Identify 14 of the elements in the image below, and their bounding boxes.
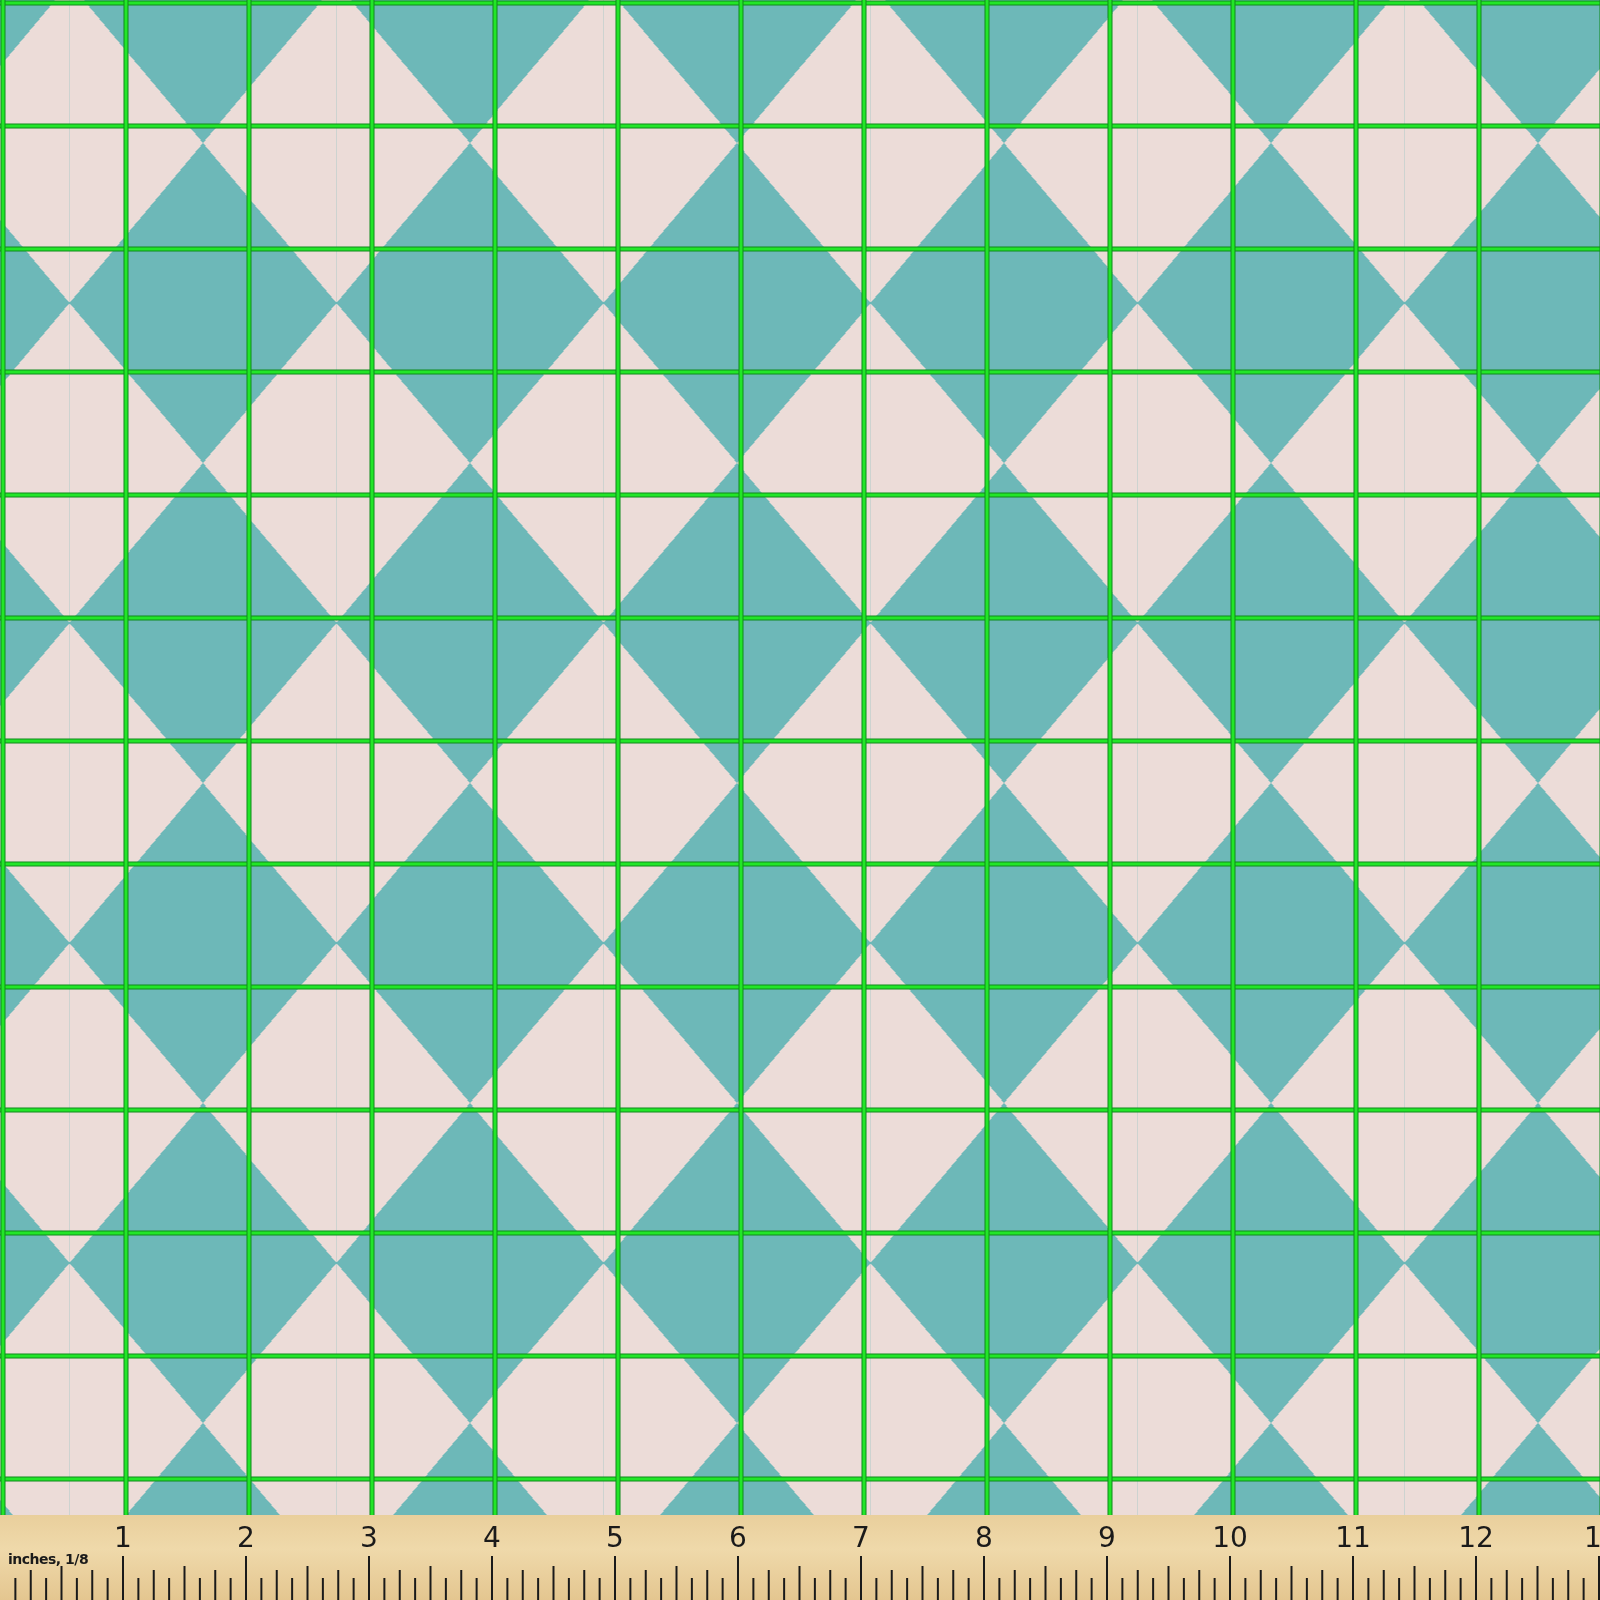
ruler-number: 1 [114, 1521, 132, 1555]
ruler-number: 5 [606, 1521, 624, 1555]
ruler-number: 8 [975, 1521, 993, 1555]
ruler-number: 1 [1584, 1521, 1600, 1555]
ruler-number: 7 [852, 1521, 870, 1555]
ruler-number: 3 [360, 1521, 378, 1555]
ruler-number: 10 [1212, 1521, 1248, 1555]
ruler-number: 4 [483, 1521, 501, 1555]
ruler-number: 9 [1098, 1521, 1116, 1555]
ruler-number: 12 [1458, 1521, 1494, 1555]
ruler-number: 11 [1335, 1521, 1371, 1555]
ruler-number: 6 [729, 1521, 747, 1555]
ruler-number: 2 [237, 1521, 255, 1555]
unit-label: inches, 1/8 [8, 1551, 89, 1567]
